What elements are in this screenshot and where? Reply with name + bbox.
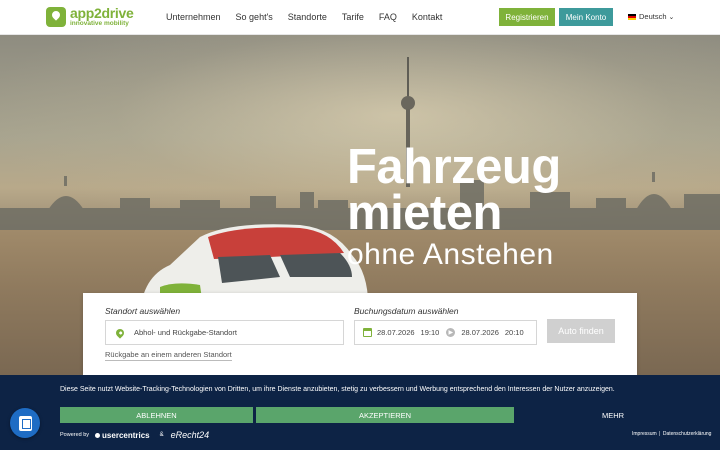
imprint-link[interactable]: Impressum (632, 431, 657, 437)
powered-by-label: Powered by (60, 432, 90, 438)
location-placeholder: Abhol- und Rückgabe-Standort (134, 328, 237, 337)
end-date: 28.07.2026 (461, 328, 499, 337)
site-header: app2drive innovative mobility Unternehme… (0, 0, 720, 35)
main-nav: Unternehmen So geht's Standorte Tarife F… (166, 12, 457, 22)
nav-item-tarife[interactable]: Tarife (342, 12, 364, 22)
fingerprint-icon (18, 415, 32, 431)
location-label: Standort auswählen (105, 306, 181, 316)
privacy-settings-button[interactable] (10, 408, 40, 438)
start-date: 28.07.2026 (377, 328, 415, 337)
language-selector[interactable]: Deutsch ⌄ (628, 12, 674, 21)
cookie-notice-text: Diese Seite nutzt Website-Tracking-Techn… (60, 386, 615, 393)
brand-logo[interactable]: app2drive innovative mobility (46, 5, 134, 28)
legal-links: Impressum | Datenschutzerklärung (632, 431, 712, 437)
cookie-banner: Diese Seite nutzt Website-Tracking-Techn… (0, 375, 720, 450)
usercentrics-text: usercentrics (102, 430, 150, 440)
powered-by: Powered by usercentrics & eRecht24 (60, 430, 209, 440)
headline-line-1: Fahrzeug (347, 140, 561, 194)
nav-item-kontakt[interactable]: Kontakt (412, 12, 443, 22)
usercentrics-dot-icon (95, 432, 101, 438)
location-input[interactable]: Abhol- und Rückgabe-Standort (105, 320, 344, 345)
brand-tagline: innovative mobility (70, 20, 129, 27)
different-return-location-link[interactable]: Rückgabe an einem anderen Standort (105, 350, 232, 361)
start-time: 19:10 (420, 328, 440, 337)
my-account-button[interactable]: Mein Konto (559, 8, 613, 26)
accept-cookies-button[interactable]: AKZEPTIEREN (256, 407, 514, 423)
chevron-down-icon: ⌄ (668, 13, 675, 21)
nav-item-standorte[interactable]: Standorte (288, 12, 327, 22)
booking-form: Standort auswählen Abhol- und Rückgabe-S… (83, 293, 637, 375)
nav-item-unternehmen[interactable]: Unternehmen (166, 12, 221, 22)
headline-line-3: ohne Anstehen (347, 238, 554, 271)
nav-item-faq[interactable]: FAQ (379, 12, 397, 22)
more-info-button[interactable]: MEHR (520, 407, 706, 423)
end-time: 20:10 (504, 328, 524, 337)
calendar-icon (363, 328, 372, 337)
location-pin-icon (46, 6, 66, 27)
usercentrics-logo[interactable]: usercentrics (95, 431, 150, 440)
deny-cookies-button[interactable]: ABLEHNEN (60, 407, 253, 423)
nav-item-so-gehts[interactable]: So geht's (236, 12, 273, 22)
brand-name: app2drive (70, 5, 134, 21)
headline-line-2: mieten (347, 186, 502, 240)
booking-date-picker[interactable]: 28.07.2026 19:10 ▶ 28.07.2026 20:10 (354, 320, 537, 345)
map-pin-icon (114, 326, 126, 339)
erecht24-logo[interactable]: eRecht24 (171, 430, 210, 440)
arrow-right-icon: ▶ (446, 328, 456, 337)
find-car-button[interactable]: Auto finden (547, 319, 615, 343)
language-label: Deutsch (639, 12, 667, 21)
register-button[interactable]: Registrieren (499, 8, 555, 26)
ampersand: & (159, 432, 164, 438)
german-flag-icon (628, 13, 636, 20)
date-label: Buchungsdatum auswählen (354, 306, 459, 316)
privacy-policy-link[interactable]: Datenschutzerklärung (663, 431, 712, 437)
hero-headline: Fahrzeug mieten ohne Anstehen (347, 143, 561, 275)
